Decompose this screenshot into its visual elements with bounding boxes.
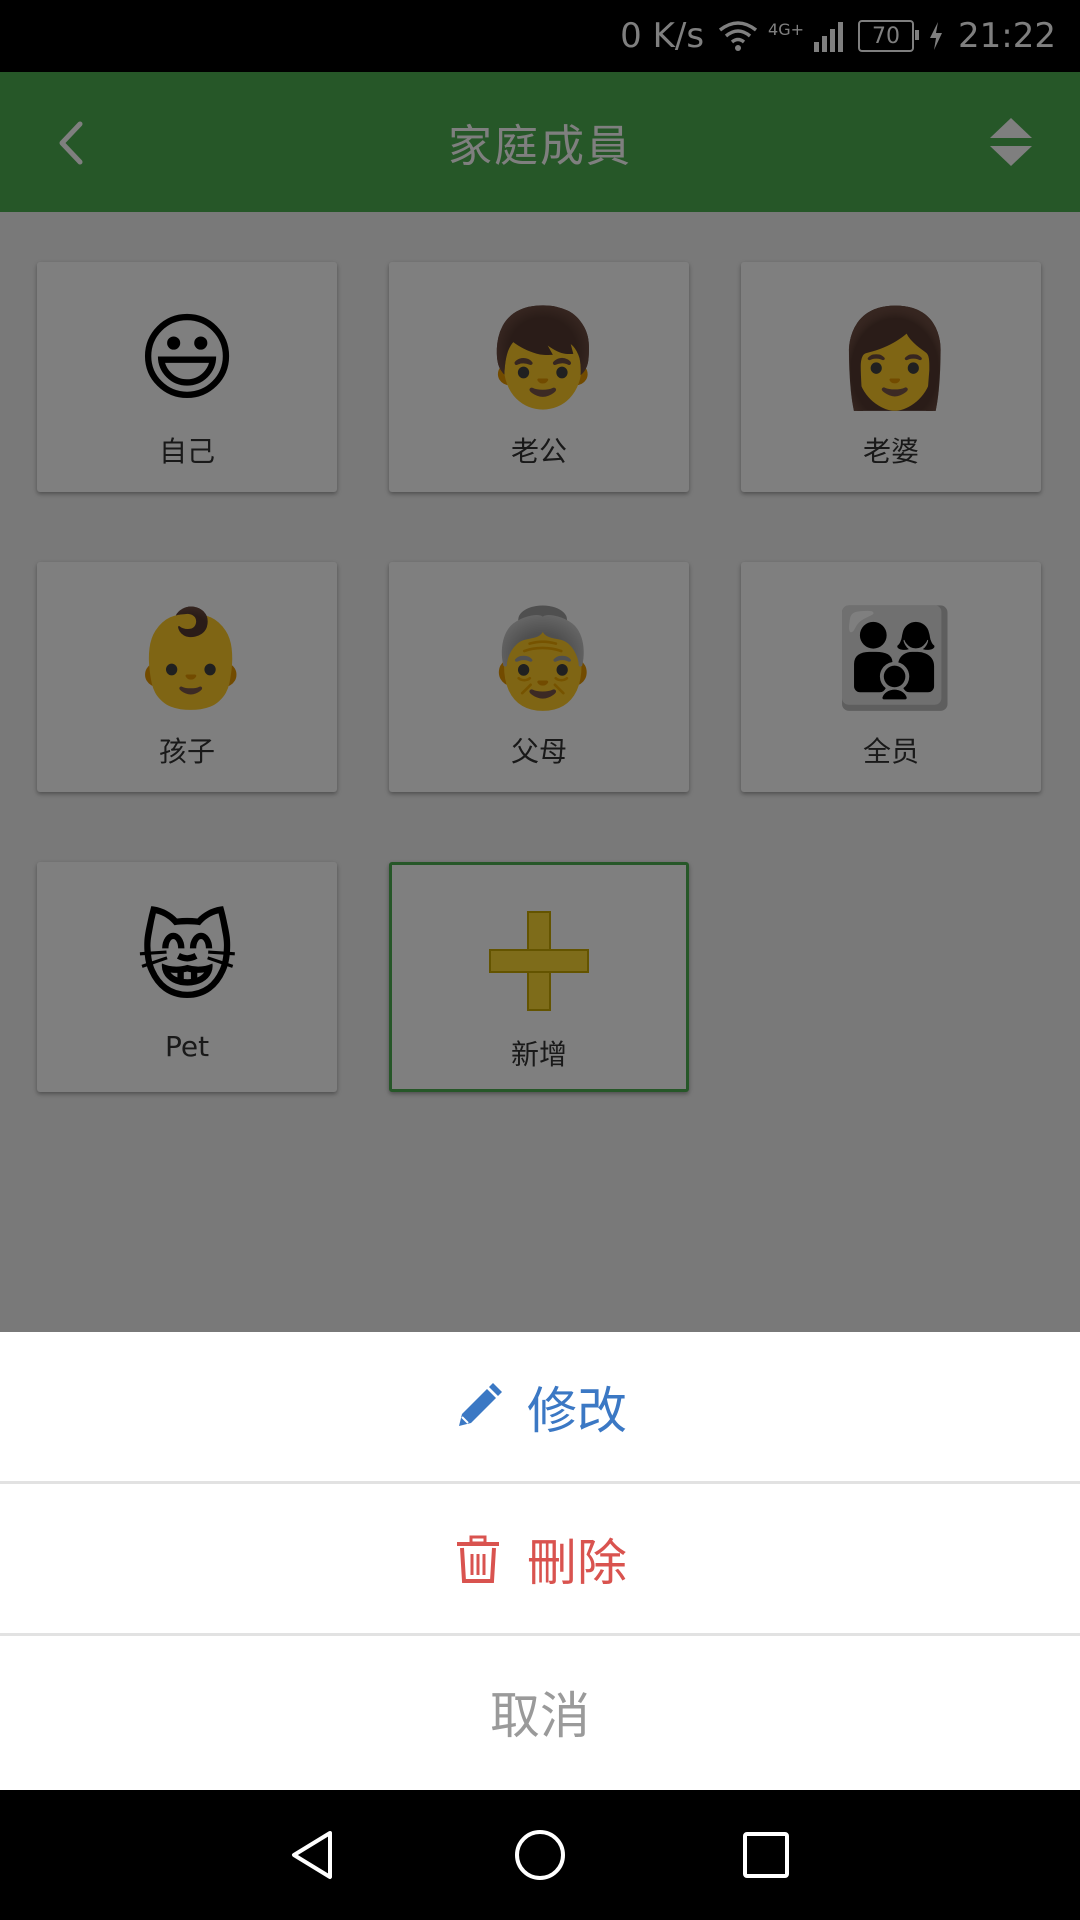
cancel-button[interactable]: 取消 <box>0 1636 1080 1788</box>
pencil-icon <box>459 1382 502 1426</box>
system-nav-bar <box>0 1790 1080 1920</box>
edit-label: 修改 <box>527 1381 627 1440</box>
action-sheet: 修改 刪除 取消 <box>0 1332 1080 1790</box>
edit-button[interactable]: 修改 <box>0 1332 1080 1484</box>
nav-home-icon[interactable] <box>512 1827 568 1883</box>
nav-recents-icon[interactable] <box>738 1827 794 1883</box>
nav-back-icon[interactable] <box>286 1827 342 1883</box>
delete-label: 刪除 <box>527 1533 627 1592</box>
modal-backdrop[interactable] <box>0 0 1080 1332</box>
delete-button[interactable]: 刪除 <box>0 1484 1080 1636</box>
trash-icon <box>457 1535 499 1583</box>
cancel-label: 取消 <box>490 1687 590 1745</box>
